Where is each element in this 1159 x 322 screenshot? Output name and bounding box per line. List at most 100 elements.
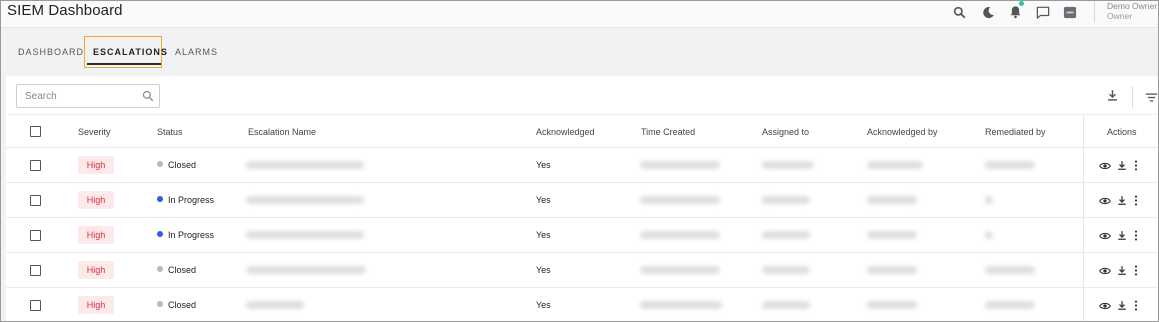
eye-icon[interactable] bbox=[1099, 158, 1111, 176]
app-header: SIEM Dashboard Demo Owner Owner bbox=[1, 1, 1158, 28]
more-vertical-icon[interactable] bbox=[1133, 158, 1139, 176]
severity-badge: High bbox=[78, 191, 114, 209]
row-checkbox[interactable] bbox=[30, 300, 41, 311]
status-cell: Closed bbox=[157, 265, 196, 275]
tab-bar: DASHBOARD ESCALATIONS ALARMS bbox=[1, 29, 1158, 75]
moon-icon[interactable] bbox=[980, 4, 996, 20]
tab-alarms[interactable]: ALARMS bbox=[175, 47, 218, 57]
severity-badge: High bbox=[78, 296, 114, 314]
col-time-created[interactable]: Time Created bbox=[641, 127, 695, 137]
status-cell: In Progress bbox=[157, 195, 214, 205]
redacted-escalation-name bbox=[246, 161, 364, 169]
active-tab-underline bbox=[87, 63, 161, 65]
app-badge-icon[interactable] bbox=[1062, 4, 1078, 20]
notification-dot bbox=[1019, 1, 1024, 6]
table-row[interactable]: High Closed Yes bbox=[6, 253, 1158, 288]
redacted-acknowledged-by bbox=[867, 301, 917, 309]
redacted-escalation-name bbox=[246, 196, 364, 204]
status-dot bbox=[157, 161, 163, 167]
col-escalation-name[interactable]: Escalation Name bbox=[248, 127, 316, 137]
acknowledged-cell: Yes bbox=[536, 230, 551, 240]
status-cell: Closed bbox=[157, 300, 196, 310]
col-remediated-by[interactable]: Remediated by bbox=[985, 127, 1046, 137]
toolbar-divider bbox=[1132, 86, 1133, 108]
col-actions: Actions bbox=[1107, 127, 1137, 137]
more-vertical-icon[interactable] bbox=[1133, 263, 1139, 281]
table-header: Severity Status Escalation Name Acknowle… bbox=[6, 114, 1158, 148]
row-checkbox[interactable] bbox=[30, 265, 41, 276]
severity-badge: High bbox=[78, 156, 114, 174]
status-cell: In Progress bbox=[157, 230, 214, 240]
user-name[interactable]: Demo Owner bbox=[1107, 1, 1157, 11]
status-cell: Closed bbox=[157, 160, 196, 170]
escalations-panel: Severity Status Escalation Name Acknowle… bbox=[6, 76, 1158, 321]
redacted-remediated-by bbox=[985, 266, 1035, 274]
row-checkbox[interactable] bbox=[30, 230, 41, 241]
col-severity[interactable]: Severity bbox=[78, 127, 111, 137]
redacted-escalation-name bbox=[246, 266, 366, 274]
col-acknowledged-by[interactable]: Acknowledged by bbox=[867, 127, 938, 137]
eye-icon[interactable] bbox=[1099, 263, 1111, 281]
redacted-assigned-to bbox=[762, 231, 810, 239]
search-icon[interactable] bbox=[142, 89, 154, 107]
redacted-remediated-by bbox=[985, 301, 1035, 309]
download-icon[interactable] bbox=[1106, 89, 1119, 107]
eye-icon[interactable] bbox=[1099, 193, 1111, 211]
download-icon[interactable] bbox=[1117, 193, 1127, 211]
redacted-acknowledged-by bbox=[867, 196, 917, 204]
bell-icon[interactable] bbox=[1007, 4, 1023, 20]
eye-icon[interactable] bbox=[1099, 298, 1111, 316]
redacted-time-created bbox=[640, 231, 720, 239]
more-vertical-icon[interactable] bbox=[1133, 193, 1139, 211]
acknowledged-cell: Yes bbox=[536, 265, 551, 275]
more-vertical-icon[interactable] bbox=[1133, 228, 1139, 246]
table-row[interactable]: High In Progress Yes bbox=[6, 218, 1158, 253]
redacted-remediated-by bbox=[985, 161, 1035, 169]
acknowledged-cell: Yes bbox=[536, 160, 551, 170]
table-row[interactable]: High Closed Yes bbox=[6, 288, 1158, 321]
status-dot bbox=[157, 266, 163, 272]
download-icon[interactable] bbox=[1117, 228, 1127, 246]
search-box bbox=[16, 84, 160, 108]
redacted-escalation-name bbox=[246, 231, 364, 239]
acknowledged-cell: Yes bbox=[536, 300, 551, 310]
redacted-time-created bbox=[640, 301, 722, 309]
redacted-acknowledged-by bbox=[867, 231, 917, 239]
redacted-time-created bbox=[640, 266, 720, 274]
eye-icon[interactable] bbox=[1099, 228, 1111, 246]
download-icon[interactable] bbox=[1117, 263, 1127, 281]
row-checkbox[interactable] bbox=[30, 195, 41, 206]
acknowledged-cell: Yes bbox=[536, 195, 551, 205]
redacted-assigned-to bbox=[762, 266, 810, 274]
table-row[interactable]: High In Progress Yes bbox=[6, 183, 1158, 218]
redacted-escalation-name bbox=[246, 301, 304, 309]
app-title: SIEM Dashboard bbox=[7, 2, 123, 19]
status-text: In Progress bbox=[168, 230, 215, 240]
col-status[interactable]: Status bbox=[157, 127, 183, 137]
status-text: Closed bbox=[168, 160, 197, 170]
redacted-acknowledged-by bbox=[867, 161, 923, 169]
select-all-checkbox[interactable] bbox=[30, 126, 41, 137]
tab-dashboard[interactable]: DASHBOARD bbox=[18, 47, 84, 57]
download-icon[interactable] bbox=[1117, 158, 1127, 176]
status-text: Closed bbox=[168, 300, 197, 310]
more-vertical-icon[interactable] bbox=[1133, 298, 1139, 316]
redacted-time-created bbox=[640, 196, 720, 204]
table-row[interactable]: High Closed Yes bbox=[6, 148, 1158, 183]
status-text: Closed bbox=[168, 265, 197, 275]
col-assigned-to[interactable]: Assigned to bbox=[762, 127, 809, 137]
status-dot bbox=[157, 196, 163, 202]
search-icon[interactable] bbox=[951, 4, 967, 20]
filter-icon[interactable] bbox=[1145, 90, 1158, 108]
tab-escalations[interactable]: ESCALATIONS bbox=[93, 47, 168, 57]
redacted-time-created bbox=[640, 161, 720, 169]
col-acknowledged[interactable]: Acknowledged bbox=[536, 127, 595, 137]
download-icon[interactable] bbox=[1117, 298, 1127, 316]
redacted-acknowledged-by bbox=[867, 266, 917, 274]
row-checkbox[interactable] bbox=[30, 160, 41, 171]
search-input[interactable] bbox=[17, 85, 137, 107]
app-window: SIEM Dashboard Demo Owner Owner DASHBOAR… bbox=[0, 0, 1159, 322]
chat-icon[interactable] bbox=[1035, 4, 1051, 20]
status-text: In Progress bbox=[168, 195, 215, 205]
status-dot bbox=[157, 231, 163, 237]
